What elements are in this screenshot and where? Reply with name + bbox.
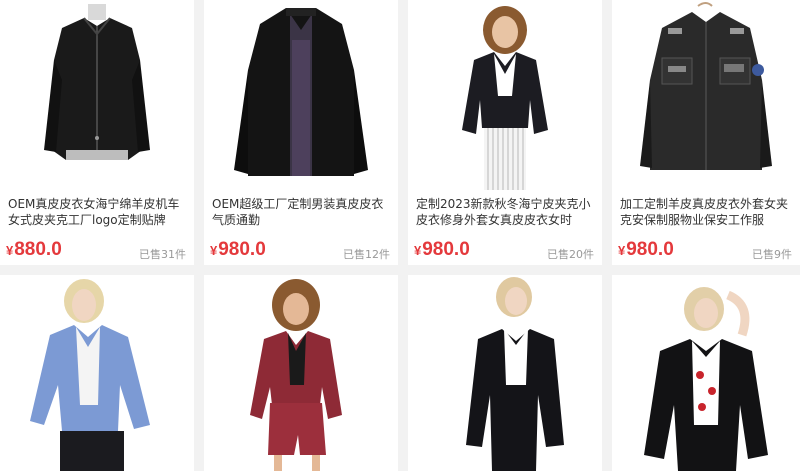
product-card[interactable]	[0, 275, 194, 471]
product-image[interactable]	[204, 275, 398, 471]
product-card[interactable]: OEM真皮皮衣女海宁绵羊皮机车女式皮夹克工厂logo定制贴牌加… ¥880.0 …	[0, 0, 194, 265]
sold-count: 已售12件	[343, 248, 390, 261]
product-card[interactable]: 加工定制羊皮真皮皮衣外套女夹克安保制服物业保安工作服 ¥980.0 已售9件	[612, 0, 800, 265]
product-image[interactable]	[408, 0, 602, 190]
product-price: ¥980.0	[618, 239, 674, 260]
model-photo-image	[408, 275, 602, 471]
product-grid: OEM真皮皮衣女海宁绵羊皮机车女式皮夹克工厂logo定制贴牌加… ¥880.0 …	[0, 0, 800, 471]
model-photo-image	[204, 275, 398, 471]
sold-count: 已售31件	[139, 248, 186, 261]
product-price: ¥980.0	[210, 239, 266, 260]
uniform-jacket-image	[612, 0, 800, 190]
product-image[interactable]	[612, 275, 800, 471]
product-title[interactable]: OEM真皮皮衣女海宁绵羊皮机车女式皮夹克工厂logo定制贴牌加…	[8, 196, 186, 228]
product-image[interactable]	[0, 275, 194, 471]
product-card[interactable]	[612, 275, 800, 471]
product-image[interactable]	[0, 0, 194, 190]
product-title[interactable]: 加工定制羊皮真皮皮衣外套女夹克安保制服物业保安工作服	[620, 196, 792, 228]
product-title[interactable]: OEM超级工厂定制男装真皮皮衣气质通勤	[212, 196, 390, 228]
sold-count: 已售20件	[547, 248, 594, 261]
product-card[interactable]: 定制2023新款秋冬海宁皮夹克小皮衣修身外套女真皮皮衣女时尚… ¥980.0 已…	[408, 0, 602, 265]
leather-jacket-image	[204, 0, 398, 190]
product-image[interactable]	[408, 275, 602, 471]
product-price: ¥980.0	[414, 239, 470, 260]
product-image[interactable]	[204, 0, 398, 190]
product-card[interactable]: OEM超级工厂定制男装真皮皮衣气质通勤 ¥980.0 已售12件	[204, 0, 398, 265]
model-photo-image	[612, 275, 800, 471]
model-photo-image	[0, 275, 194, 471]
leather-jacket-image	[0, 0, 194, 190]
product-title[interactable]: 定制2023新款秋冬海宁皮夹克小皮衣修身外套女真皮皮衣女时尚…	[416, 196, 594, 228]
sold-count: 已售9件	[752, 248, 792, 261]
product-card[interactable]	[408, 275, 602, 471]
product-price: ¥880.0	[6, 239, 62, 260]
product-card[interactable]	[204, 275, 398, 471]
model-photo-image	[408, 0, 602, 190]
product-image[interactable]	[612, 0, 800, 190]
